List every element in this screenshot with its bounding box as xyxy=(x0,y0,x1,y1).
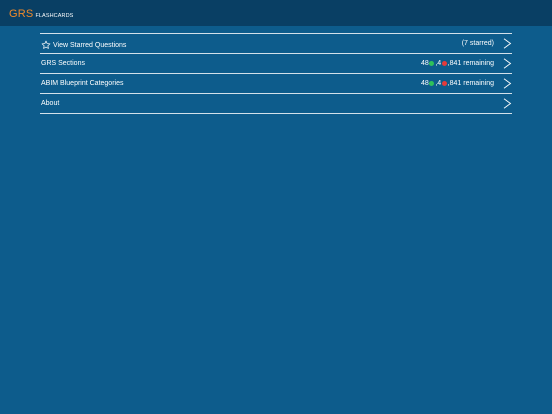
progress-summary: 48 , 4 , 841 remaining xyxy=(421,80,494,87)
app-header: GRS FLASHCARDS xyxy=(0,0,552,26)
chevron-right-icon xyxy=(503,58,512,69)
progress-summary: 48 , 4 , 841 remaining xyxy=(421,60,494,67)
logo-main-text: GRS xyxy=(9,8,34,20)
logo-sub-text: FLASHCARDS xyxy=(35,13,74,19)
menu-item-grs-sections[interactable]: GRS Sections 48 , 4 , 841 remaining xyxy=(40,54,512,74)
chevron-right-icon xyxy=(503,98,512,109)
menu-item-abim-blueprint-categories[interactable]: ABIM Blueprint Categories 48 , 4 , 841 r… xyxy=(40,74,512,94)
starred-count: (7 starred) xyxy=(461,40,494,47)
menu-item-label: GRS Sections xyxy=(41,60,85,67)
menu-item-label: View Starred Questions xyxy=(53,41,127,49)
remaining-count: 841 remaining xyxy=(449,80,494,87)
cross-icon xyxy=(441,81,447,86)
menu-item-starred-questions[interactable]: View Starred Questions (7 starred) xyxy=(40,34,512,54)
check-icon xyxy=(429,81,435,86)
correct-count: 48 xyxy=(421,60,429,67)
correct-count: 48 xyxy=(421,80,429,87)
incorrect-count: 4 xyxy=(437,80,442,87)
menu-item-about[interactable]: About xyxy=(40,94,512,114)
menu-item-label: ABIM Blueprint Categories xyxy=(41,80,124,87)
check-icon xyxy=(429,61,435,66)
cross-icon xyxy=(441,61,447,66)
app-logo: GRS FLASHCARDS xyxy=(9,9,73,20)
remaining-count: 841 remaining xyxy=(449,60,494,67)
chevron-right-icon xyxy=(503,38,512,49)
menu-item-label: About xyxy=(41,100,60,107)
main-menu: View Starred Questions (7 starred) GRS S… xyxy=(40,33,512,114)
star-icon xyxy=(41,40,51,49)
incorrect-count: 4 xyxy=(437,60,442,67)
chevron-right-icon xyxy=(503,78,512,89)
